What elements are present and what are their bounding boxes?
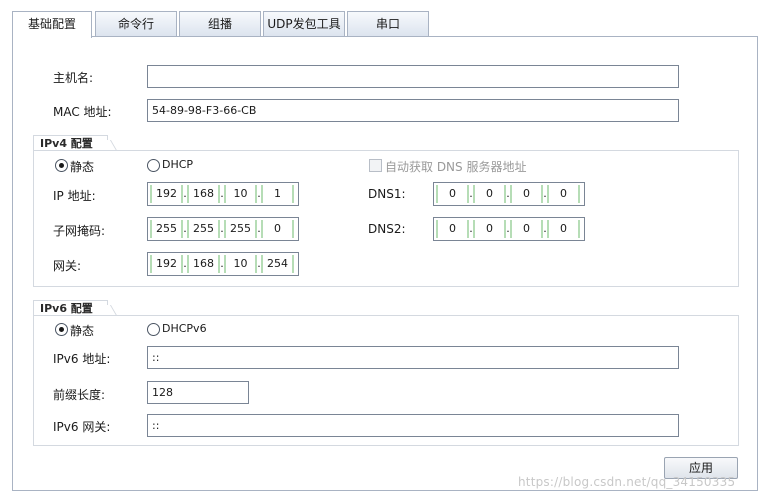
ip-address-label: IP 地址:	[53, 189, 96, 203]
dns2-octet-4[interactable]	[547, 220, 580, 238]
ipv6-dhcp-radio[interactable]	[147, 323, 160, 336]
mask-octet-3[interactable]	[224, 220, 257, 238]
dns1-octet-1[interactable]	[436, 185, 469, 203]
ipv6-gateway-input[interactable]	[147, 414, 679, 437]
ipv6-gateway-label: IPv6 网关:	[53, 420, 111, 434]
ipv6-dhcp-label: DHCPv6	[162, 322, 207, 335]
gateway-octet-3[interactable]	[224, 255, 257, 273]
ipv6-static-label: 静态	[70, 324, 95, 338]
ipv6-static-radio[interactable]	[55, 323, 68, 336]
prefix-length-input[interactable]	[147, 381, 249, 404]
ipv6-group-title: IPv6 配置	[33, 300, 108, 316]
tab-udp-tool[interactable]: UDP发包工具	[263, 11, 345, 37]
ipv4-group-title: IPv4 配置	[33, 135, 108, 151]
tab-multicast[interactable]: 组播	[179, 11, 261, 37]
mask-octet-2[interactable]	[187, 220, 220, 238]
tab-basic-config[interactable]: 基础配置	[12, 11, 92, 38]
dns1-octet-3[interactable]	[510, 185, 543, 203]
tab-command-line[interactable]: 命令行	[95, 11, 177, 37]
ip-address-field: . . .	[147, 182, 299, 206]
dns2-field: . . .	[433, 217, 585, 241]
mac-address-input[interactable]	[147, 99, 679, 122]
gateway-label: 网关:	[53, 259, 82, 273]
gateway-octet-4[interactable]	[261, 255, 294, 273]
auto-dns-label: 自动获取 DNS 服务器地址	[385, 160, 527, 174]
gateway-octet-2[interactable]	[187, 255, 220, 273]
prefix-length-label: 前缀长度:	[53, 388, 106, 402]
ipv4-static-radio[interactable]	[55, 159, 68, 172]
gateway-field: . . .	[147, 252, 299, 276]
ip-octet-1[interactable]	[150, 185, 183, 203]
hostname-label: 主机名:	[53, 71, 94, 85]
dns2-label: DNS2:	[368, 222, 406, 236]
ipv6-group: 静态 DHCPv6 IPv6 地址: 前缀长度: IPv6 网关:	[33, 315, 739, 446]
tab-serial-port[interactable]: 串口	[347, 11, 429, 37]
ipv4-dhcp-label: DHCP	[162, 158, 194, 171]
dns1-octet-2[interactable]	[473, 185, 506, 203]
gateway-octet-1[interactable]	[150, 255, 183, 273]
ipv4-group: 静态 DHCP 自动获取 DNS 服务器地址 IP 地址: . . . DNS1…	[33, 150, 739, 287]
ipv4-dhcp-radio[interactable]	[147, 159, 160, 172]
subnet-mask-field: . . .	[147, 217, 299, 241]
mac-address-label: MAC 地址:	[53, 105, 112, 119]
basic-config-panel: 主机名: MAC 地址: IPv4 配置 静态 DHCP 自动获取 DNS 服务…	[12, 36, 758, 491]
ip-octet-3[interactable]	[224, 185, 257, 203]
auto-dns-checkbox[interactable]	[369, 159, 382, 172]
dns1-octet-4[interactable]	[547, 185, 580, 203]
dns2-octet-3[interactable]	[510, 220, 543, 238]
subnet-mask-label: 子网掩码:	[53, 224, 106, 238]
dns2-octet-2[interactable]	[473, 220, 506, 238]
dns2-octet-1[interactable]	[436, 220, 469, 238]
mask-octet-1[interactable]	[150, 220, 183, 238]
watermark: https://blog.csdn.net/qq_34150335	[518, 475, 736, 489]
ipv6-address-label: IPv6 地址:	[53, 352, 111, 366]
ipv6-address-input[interactable]	[147, 346, 679, 369]
hostname-input[interactable]	[147, 65, 679, 88]
dns1-label: DNS1:	[368, 187, 406, 201]
ip-octet-4[interactable]	[261, 185, 294, 203]
dns1-field: . . .	[433, 182, 585, 206]
ip-octet-2[interactable]	[187, 185, 220, 203]
mask-octet-4[interactable]	[261, 220, 294, 238]
ipv4-static-label: 静态	[70, 160, 95, 174]
